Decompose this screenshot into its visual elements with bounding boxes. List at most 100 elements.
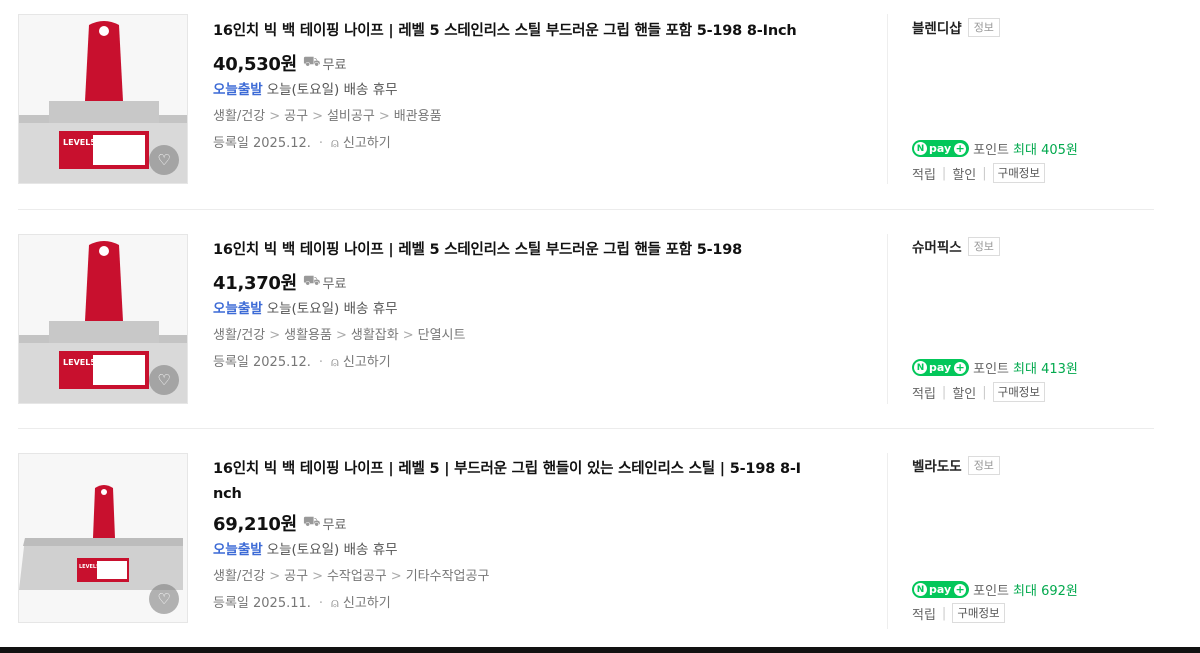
- product-title-line: nch: [213, 486, 242, 502]
- today-departure-badge: 오늘출발: [213, 82, 263, 98]
- seller-info-tag[interactable]: 정보: [967, 17, 1000, 37]
- buy-info-button[interactable]: 구매정보: [992, 163, 1045, 183]
- brand-logo-text: LEVEL5: [63, 358, 96, 367]
- shipping-info: 오늘출발 오늘(토요일) 배송 휴무: [213, 299, 863, 319]
- product-info: 16인치 빅 백 테이핑 나이프 | 레벨 5 | 부드러운 그립 핸들이 있는…: [213, 457, 863, 613]
- category-link[interactable]: 생활잡화: [351, 328, 399, 343]
- benefit-row: 적립 | 구매정보: [912, 603, 1005, 623]
- truck-icon: ⛟: [302, 514, 321, 530]
- seller-name[interactable]: 슈머픽스: [912, 236, 962, 256]
- price-row: 41,370원 ⛟ 무료: [213, 269, 863, 295]
- registered-date: 등록일 2025.11.: [213, 596, 311, 611]
- category-link[interactable]: 배관용품: [394, 109, 442, 124]
- product-title[interactable]: 16인치 빅 백 테이핑 나이프 | 레벨 5 스테인리스 스틸 부드러운 그립…: [213, 19, 863, 44]
- registered-date: 등록일 2025.12.: [213, 355, 311, 370]
- shipping-fee: 무료: [322, 276, 347, 292]
- product-thumbnail[interactable]: LEVEL5 ♡: [18, 453, 188, 623]
- registered-date: 등록일 2025.12.: [213, 136, 311, 151]
- discount-link[interactable]: 할인: [952, 383, 976, 402]
- product-info: 16인치 빅 백 테이핑 나이프 | 레벨 5 스테인리스 스틸 부드러운 그립…: [213, 238, 863, 372]
- buy-info-button[interactable]: 구매정보: [952, 603, 1005, 623]
- product-title-line: 16인치 빅 백 테이핑 나이프 | 레벨 5 | 부드러운 그립 핸들이 있는…: [213, 461, 801, 477]
- screen-bottom-edge: [0, 647, 1200, 653]
- column-divider: [887, 453, 888, 629]
- siren-icon: ⍝: [331, 136, 339, 151]
- category-link[interactable]: 단열시트: [418, 328, 466, 343]
- meta-row: 등록일 2025.12. · ⍝ 신고하기: [213, 354, 391, 372]
- meta-row: 등록일 2025.11. · ⍝ 신고하기: [213, 595, 391, 613]
- category-link[interactable]: 공구: [284, 109, 308, 124]
- report-link[interactable]: 신고하기: [343, 595, 391, 613]
- npay-point-row: Npay + 포인트 최대 692원: [912, 580, 1078, 599]
- npay-point-row: Npay + 포인트 최대 405원: [912, 139, 1078, 158]
- column-divider: [887, 234, 888, 404]
- category-link[interactable]: 생활용품: [284, 328, 332, 343]
- accumulate-link[interactable]: 적립: [912, 164, 936, 183]
- today-departure-text: 오늘(토요일) 배송 휴무: [266, 542, 398, 558]
- siren-icon: ⍝: [331, 355, 339, 370]
- brand-logo-text: LEVEL5: [63, 138, 96, 147]
- product-title[interactable]: 16인치 빅 백 테이핑 나이프 | 레벨 5 스테인리스 스틸 부드러운 그립…: [213, 238, 863, 263]
- report-link[interactable]: 신고하기: [343, 135, 391, 153]
- wishlist-heart-icon[interactable]: ♡: [149, 365, 179, 395]
- seller-info: 슈머픽스 정보: [912, 236, 1000, 256]
- price-row: 40,530원 ⛟ 무료: [213, 50, 863, 76]
- truck-icon: ⛟: [302, 54, 321, 70]
- shipping-fee: 무료: [322, 517, 347, 533]
- point-label: 포인트: [973, 362, 1010, 377]
- column-divider: [887, 14, 888, 184]
- category-link[interactable]: 생활/건강: [213, 569, 265, 584]
- npay-point-row: Npay + 포인트 최대 413원: [912, 358, 1078, 377]
- point-max: 최대 405원: [1013, 143, 1078, 158]
- benefit-row: 적립 | 할인 | 구매정보: [912, 382, 1045, 402]
- today-departure-text: 오늘(토요일) 배송 휴무: [266, 301, 398, 317]
- product-thumbnail[interactable]: LEVEL5 ♡: [18, 234, 188, 404]
- shipping-fee: 무료: [322, 57, 347, 73]
- category-link[interactable]: 기타수작업공구: [406, 569, 490, 584]
- seller-name[interactable]: 벨라도도: [912, 455, 962, 475]
- npay-plus-badge: Npay +: [912, 359, 970, 376]
- truck-icon: ⛟: [302, 273, 321, 289]
- product-price: 41,370원: [213, 273, 297, 294]
- price-row: 69,210원 ⛟ 무료: [213, 510, 863, 536]
- product-thumbnail[interactable]: LEVEL5 ♡: [18, 14, 188, 184]
- brand-logo-text: LEVEL5: [79, 564, 100, 570]
- shipping-info: 오늘출발 오늘(토요일) 배송 휴무: [213, 80, 863, 100]
- benefit-row: 적립 | 할인 | 구매정보: [912, 163, 1045, 183]
- category-link[interactable]: 생활/건강: [213, 109, 265, 124]
- seller-info-tag[interactable]: 정보: [967, 455, 1000, 475]
- today-departure-text: 오늘(토요일) 배송 휴무: [266, 82, 398, 98]
- discount-link[interactable]: 할인: [952, 164, 976, 183]
- today-departure-badge: 오늘출발: [213, 301, 263, 317]
- category-breadcrumb: 생활/건강 > 공구 > 설비공구 > 배관용품: [213, 109, 442, 124]
- category-breadcrumb: 생활/건강 > 공구 > 수작업공구 > 기타수작업공구: [213, 569, 490, 584]
- category-link[interactable]: 수작업공구: [327, 569, 387, 584]
- npay-plus-badge: Npay +: [912, 581, 970, 598]
- seller-info-tag[interactable]: 정보: [967, 236, 1000, 256]
- product-info: 16인치 빅 백 테이핑 나이프 | 레벨 5 스테인리스 스틸 부드러운 그립…: [213, 19, 863, 153]
- wishlist-heart-icon[interactable]: ♡: [149, 145, 179, 175]
- seller-info: 벨라도도 정보: [912, 455, 1000, 475]
- wishlist-heart-icon[interactable]: ♡: [149, 584, 179, 614]
- point-label: 포인트: [973, 143, 1010, 158]
- item-divider: [18, 428, 1154, 429]
- point-max: 최대 692원: [1013, 584, 1078, 599]
- point-label: 포인트: [973, 584, 1010, 599]
- point-max: 최대 413원: [1013, 362, 1078, 377]
- report-link[interactable]: 신고하기: [343, 354, 391, 372]
- npay-plus-badge: Npay +: [912, 140, 970, 157]
- category-link[interactable]: 공구: [284, 569, 308, 584]
- accumulate-link[interactable]: 적립: [912, 383, 936, 402]
- accumulate-link[interactable]: 적립: [912, 604, 936, 623]
- buy-info-button[interactable]: 구매정보: [992, 382, 1045, 402]
- item-divider: [18, 209, 1154, 210]
- category-breadcrumb: 생활/건강 > 생활용품 > 생활잡화 > 단열시트: [213, 328, 466, 343]
- product-title[interactable]: 16인치 빅 백 테이핑 나이프 | 레벨 5 | 부드러운 그립 핸들이 있는…: [213, 457, 863, 507]
- product-price: 40,530원: [213, 54, 297, 75]
- shipping-info: 오늘출발 오늘(토요일) 배송 휴무: [213, 540, 863, 560]
- category-link[interactable]: 설비공구: [327, 109, 375, 124]
- meta-row: 등록일 2025.12. · ⍝ 신고하기: [213, 135, 391, 153]
- category-link[interactable]: 생활/건강: [213, 328, 265, 343]
- seller-name[interactable]: 블렌디샵: [912, 17, 962, 37]
- product-price: 69,210원: [213, 514, 297, 535]
